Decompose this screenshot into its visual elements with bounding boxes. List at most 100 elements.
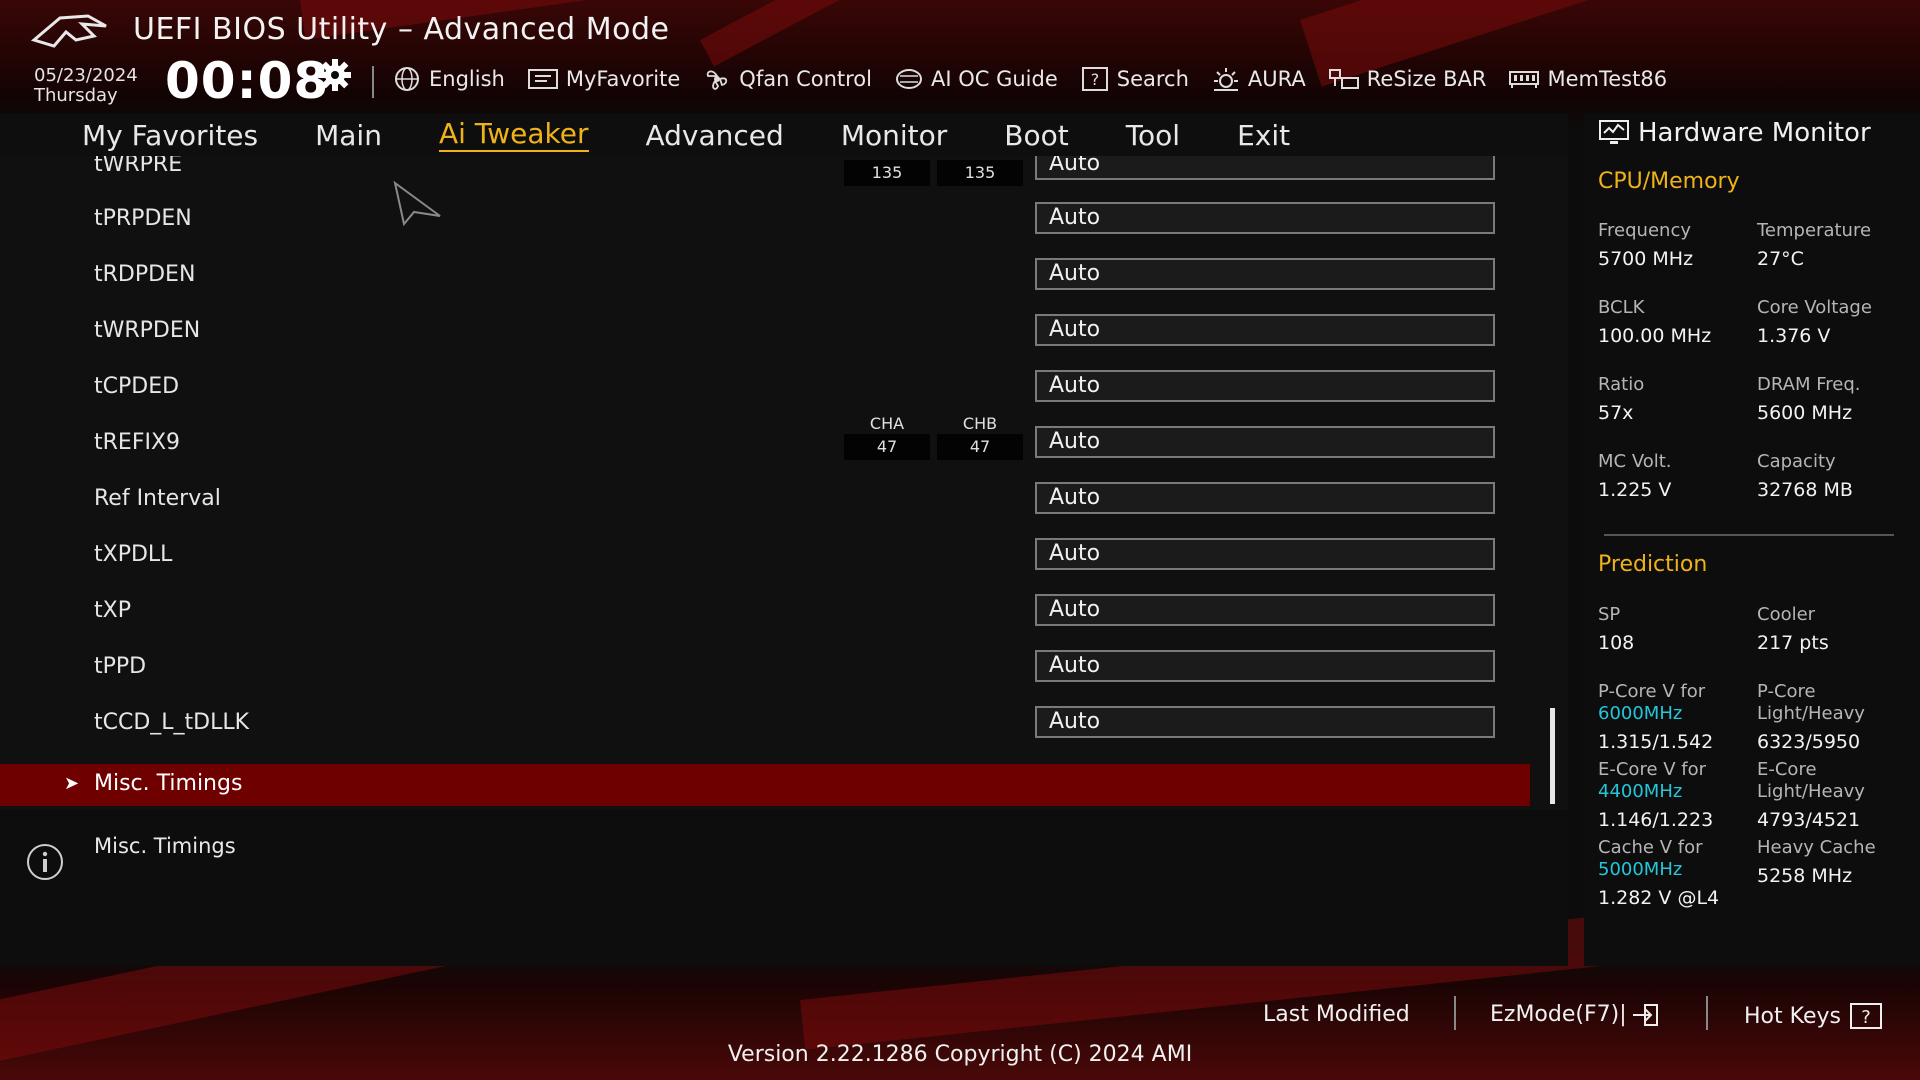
hardware-monitor-label: Hardware Monitor <box>1638 118 1871 148</box>
setting-dropdown[interactable]: Auto <box>1035 370 1495 402</box>
setting-row-tcpded[interactable]: tCPDED Auto <box>0 366 1530 406</box>
capacity-label: Capacity <box>1757 451 1836 472</box>
chb-value: 135 <box>937 160 1023 186</box>
ezmode-button[interactable]: EzMode(F7)| <box>1490 1002 1659 1027</box>
bclk-label: BCLK <box>1598 297 1645 318</box>
setting-label: tXP <box>94 598 131 623</box>
cpu-memory-heading: CPU/Memory <box>1598 169 1740 194</box>
temperature-value: 27°C <box>1757 248 1804 270</box>
setting-label: tRDPDEN <box>94 262 196 287</box>
cooler-label: Cooler <box>1757 604 1816 625</box>
tab-advanced[interactable]: Advanced <box>646 119 784 152</box>
setting-row-tprpden[interactable]: tPRPDEN Auto <box>0 198 1530 238</box>
frequency-stat: Frequency 5700 MHz <box>1598 220 1768 270</box>
ezmode-label: EzMode(F7)| <box>1490 1002 1627 1027</box>
setting-row-trefix9[interactable]: tREFIX9 CHA CHB 47 47 Auto <box>0 414 1530 462</box>
submenu-misc-timings[interactable]: ➤ Misc. Timings <box>0 764 1530 806</box>
toolbar: English MyFavorite Qfan Control AI OC Gu… <box>392 64 1689 94</box>
prediction-heading: Prediction <box>1598 552 1708 577</box>
tab-ai-tweaker[interactable]: Ai Tweaker <box>438 118 589 152</box>
setting-label: tWRPRE <box>94 156 183 177</box>
hardware-monitor-panel: Hardware Monitor CPU/Memory Frequency 57… <box>1584 114 1920 966</box>
tab-my-favorites[interactable]: My Favorites <box>82 119 258 152</box>
resize-bar-icon <box>1328 69 1359 89</box>
help-text: Misc. Timings <box>94 834 236 858</box>
tab-tool[interactable]: Tool <box>1126 119 1180 152</box>
setting-dropdown[interactable]: Auto <box>1035 538 1495 570</box>
ratio-stat: Ratio 57x <box>1598 374 1768 424</box>
sp-stat: SP 108 <box>1598 604 1768 654</box>
aura-button[interactable]: AURA <box>1211 66 1306 92</box>
ecore-v-stat: E-Core V for 4400MHz 1.146/1.223 <box>1598 759 1768 831</box>
tab-exit[interactable]: Exit <box>1237 119 1290 152</box>
setting-label: tPRPDEN <box>94 206 192 231</box>
app-title: UEFI BIOS Utility – Advanced Mode <box>133 12 670 47</box>
mc-volt-label: MC Volt. <box>1598 451 1672 472</box>
setting-dropdown[interactable]: Auto <box>1035 594 1495 626</box>
setting-row-trdpden[interactable]: tRDPDEN Auto <box>0 254 1530 294</box>
setting-label: tWRPDEN <box>94 318 201 343</box>
setting-row-tccd-l-tdllk[interactable]: tCCD_L_tDLLK Auto <box>0 702 1530 742</box>
hot-keys-label: Hot Keys <box>1744 1003 1841 1029</box>
cache-v-stat: Cache V for 5000MHz 1.282 V @L4 <box>1598 837 1768 909</box>
footer-divider <box>1454 996 1456 1030</box>
memory-icon <box>1509 71 1540 88</box>
fan-icon <box>707 70 728 90</box>
last-modified-label: Last Modified <box>1263 1002 1410 1027</box>
globe-icon <box>395 67 419 91</box>
setting-dropdown[interactable]: Auto <box>1035 258 1495 290</box>
setting-row-txpdll[interactable]: tXPDLL Auto <box>0 534 1530 574</box>
hot-keys-button[interactable]: Hot Keys ? <box>1744 1002 1883 1030</box>
weekday-text: Thursday <box>34 85 118 106</box>
resize-bar-label: ReSize BAR <box>1366 67 1487 91</box>
myfavorite-button[interactable]: MyFavorite <box>527 67 680 91</box>
setting-dropdown[interactable]: Auto <box>1035 314 1495 346</box>
pcore-v-label: P-Core V for <box>1598 681 1706 702</box>
setting-dropdown[interactable]: Auto <box>1035 156 1495 180</box>
ai-oc-guide-label: AI OC Guide <box>930 67 1058 91</box>
last-modified-button[interactable]: Last Modified <box>1263 1002 1410 1027</box>
sp-label: SP <box>1598 604 1621 625</box>
setting-row-twrpden[interactable]: tWRPDEN Auto <box>0 310 1530 350</box>
date-display: 05/23/2024 Thursday <box>34 66 138 106</box>
ecore-lh-label-2: Light/Heavy <box>1757 781 1865 802</box>
pcore-lh-value: 6323/5950 <box>1757 731 1861 753</box>
cache-v-freq: 5000MHz <box>1598 859 1683 880</box>
setting-dropdown[interactable]: Auto <box>1035 650 1495 682</box>
aura-label: AURA <box>1247 67 1306 91</box>
submenu-label: Misc. Timings <box>94 771 243 796</box>
setting-dropdown[interactable]: Auto <box>1035 706 1495 738</box>
header-divider <box>372 66 374 98</box>
header: UEFI BIOS Utility – Advanced Mode 05/23/… <box>0 0 1920 114</box>
search-question-icon: ? <box>1081 67 1108 91</box>
memtest86-button[interactable]: MemTest86 <box>1508 67 1667 91</box>
footer-divider <box>1706 996 1708 1030</box>
core-voltage-value: 1.376 V <box>1757 325 1831 347</box>
search-button[interactable]: ? Search <box>1080 66 1189 92</box>
setting-label: tPPD <box>94 654 147 679</box>
setting-dropdown[interactable]: Auto <box>1035 426 1495 458</box>
ai-oc-guide-button[interactable]: AI OC Guide <box>894 66 1058 92</box>
setting-dropdown[interactable]: Auto <box>1035 482 1495 514</box>
scrollbar[interactable] <box>1550 708 1555 804</box>
mouse-cursor-icon <box>393 180 441 226</box>
tab-boot[interactable]: Boot <box>1004 119 1068 152</box>
search-label: Search <box>1116 67 1189 91</box>
ecore-lh-label-1: E-Core <box>1757 759 1817 780</box>
setting-row-twrpre[interactable]: tWRPRE 135 135 Auto <box>0 156 1530 186</box>
setting-row-txp[interactable]: tXP Auto <box>0 590 1530 630</box>
language-button[interactable]: English <box>392 66 505 92</box>
tab-main[interactable]: Main <box>315 119 382 152</box>
setting-label: Ref Interval <box>94 486 221 511</box>
setting-row-tppd[interactable]: tPPD Auto <box>0 646 1530 686</box>
resize-bar-button[interactable]: ReSize BAR <box>1328 66 1487 92</box>
dram-freq-value: 5600 MHz <box>1757 402 1853 424</box>
tab-monitor[interactable]: Monitor <box>841 119 947 152</box>
gear-icon[interactable] <box>318 58 352 92</box>
setting-dropdown[interactable]: Auto <box>1035 202 1495 234</box>
memtest86-label: MemTest86 <box>1547 67 1668 91</box>
svg-text:?: ? <box>1091 70 1100 89</box>
qfan-control-button[interactable]: Qfan Control <box>702 66 872 92</box>
cha-value: 47 <box>844 434 930 460</box>
setting-row-ref-interval[interactable]: Ref Interval Auto <box>0 478 1530 518</box>
